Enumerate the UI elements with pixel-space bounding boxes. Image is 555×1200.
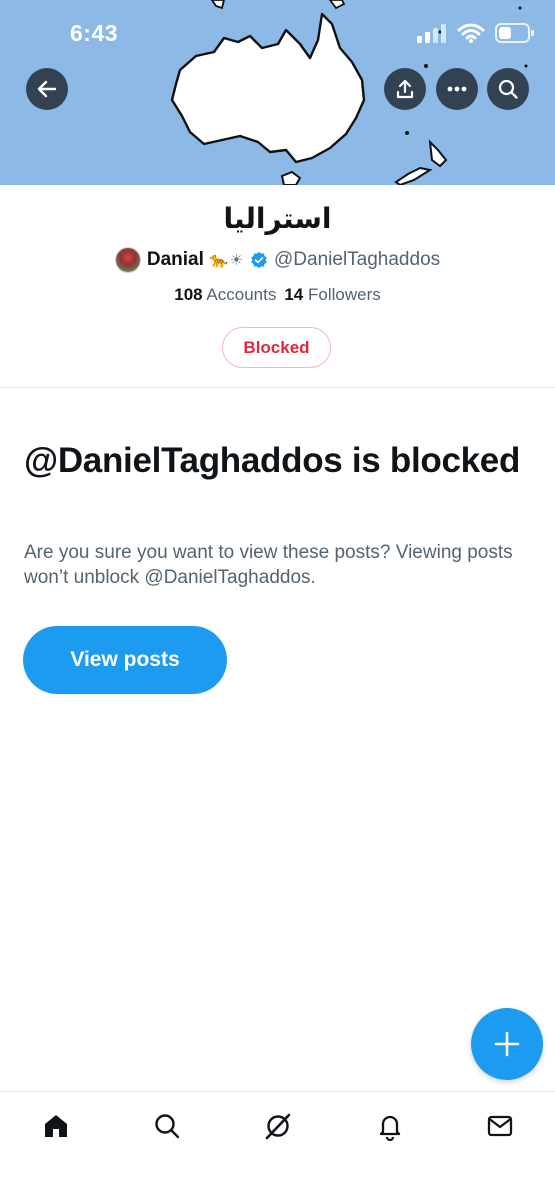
- home-icon: [45, 1115, 67, 1137]
- grok-icon: [265, 1113, 291, 1140]
- search-icon: [155, 1114, 180, 1139]
- accounts-label: Accounts: [206, 285, 277, 304]
- wifi-icon: [457, 23, 485, 43]
- tab-grok[interactable]: [258, 1106, 298, 1146]
- mail-icon: [487, 1115, 513, 1137]
- blocked-button[interactable]: Blocked: [222, 327, 331, 368]
- owner-name[interactable]: Danial: [147, 249, 204, 271]
- tab-messages[interactable]: [480, 1106, 520, 1146]
- share-button[interactable]: [384, 68, 426, 110]
- owner-emoji: 🐆☀: [209, 252, 245, 269]
- tab-home[interactable]: [36, 1106, 76, 1146]
- compose-button[interactable]: [471, 1008, 543, 1080]
- tab-notifications[interactable]: [370, 1106, 410, 1146]
- more-icon: [447, 86, 467, 92]
- owner-handle[interactable]: @DanielTaghaddos: [274, 249, 440, 271]
- followers-label: Followers: [308, 285, 381, 304]
- divider: [0, 387, 555, 388]
- status-time: 6:43: [70, 20, 119, 46]
- plus-icon: [494, 1031, 520, 1057]
- blocked-notice-title: @DanielTaghaddos is blocked: [24, 441, 521, 480]
- blocked-notice-description: Are you sure you want to view these post…: [24, 542, 513, 588]
- accounts-stat[interactable]: 108 Accounts: [174, 285, 276, 305]
- back-button[interactable]: [26, 68, 68, 110]
- battery-icon: [495, 23, 534, 43]
- avatar[interactable]: [114, 247, 141, 273]
- status-icons: [417, 20, 535, 46]
- share-icon: [396, 79, 414, 99]
- bottom-tab-bar: [0, 1091, 555, 1200]
- bell-icon: [379, 1115, 401, 1141]
- search-button[interactable]: [487, 68, 529, 110]
- search-icon: [498, 79, 518, 99]
- list-stats: 108 Accounts 14 Followers: [0, 285, 555, 305]
- accounts-count: 108: [174, 285, 203, 304]
- verified-badge-icon: [251, 251, 267, 269]
- followers-stat[interactable]: 14 Followers: [284, 285, 380, 305]
- tab-search[interactable]: [147, 1106, 187, 1146]
- followers-count: 14: [284, 285, 304, 304]
- list-title: استراليا: [223, 202, 332, 235]
- list-owner-byline[interactable]: Danial 🐆☀ @DanielTaghaddos: [0, 246, 555, 274]
- arrow-left-icon: [37, 80, 57, 98]
- signal-icon: [417, 24, 446, 43]
- view-posts-button[interactable]: View posts: [23, 626, 227, 694]
- more-button[interactable]: [436, 68, 478, 110]
